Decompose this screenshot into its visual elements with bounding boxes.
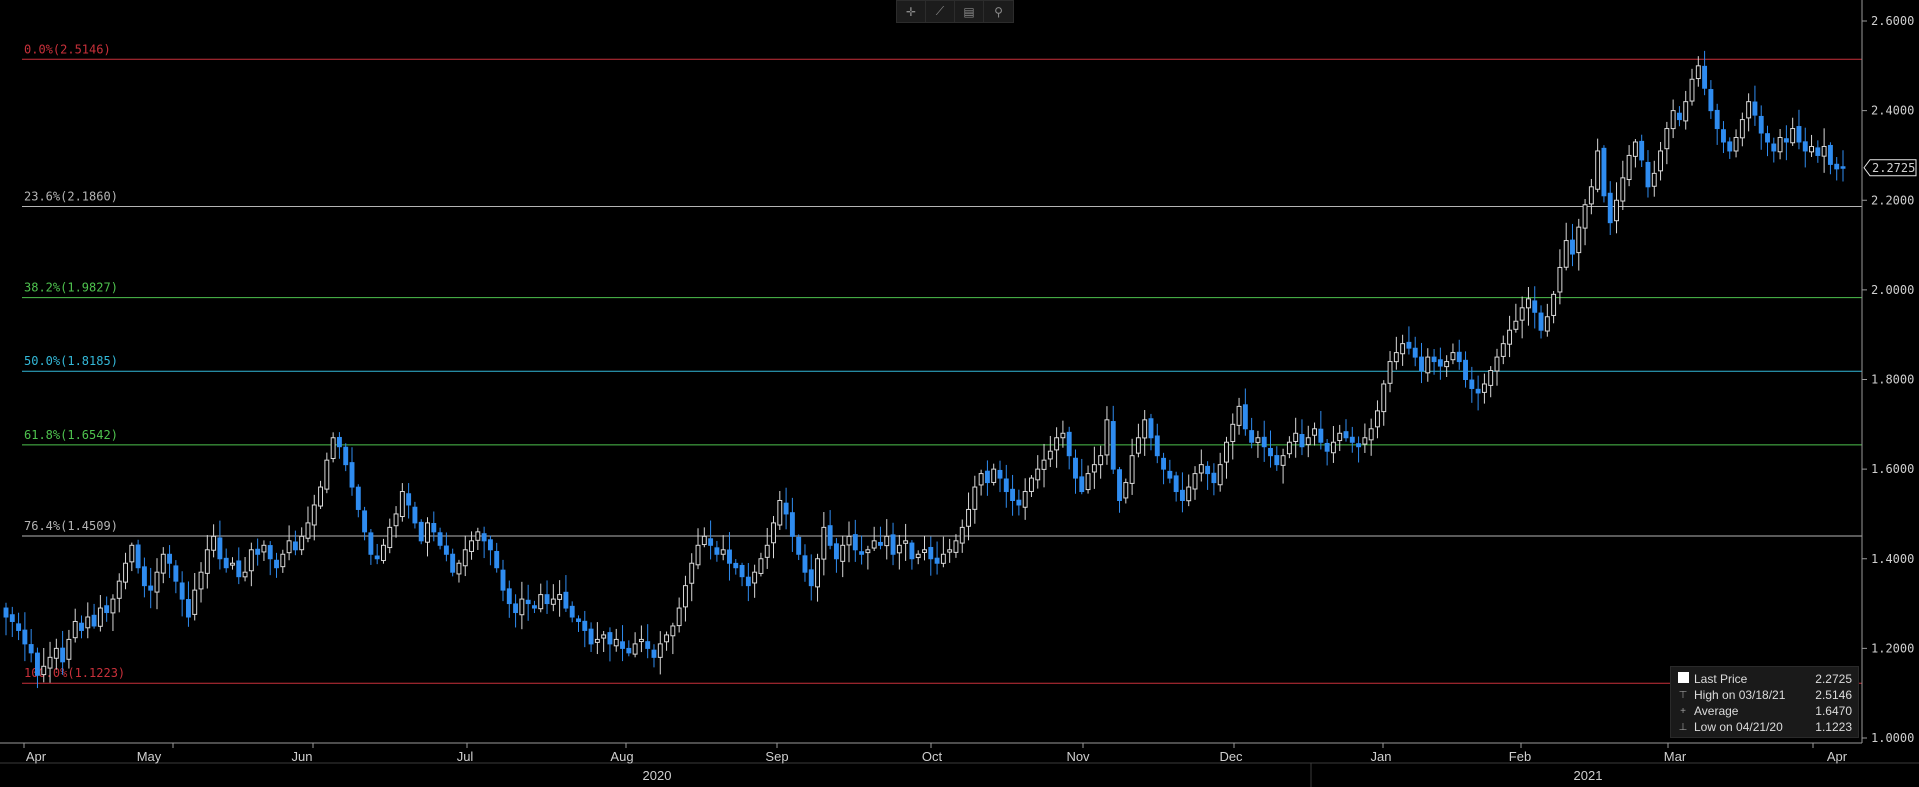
legend-value: 1.6470 xyxy=(1815,704,1852,718)
svg-text:2.2725: 2.2725 xyxy=(1872,161,1915,175)
y-tick-8: 2.6000 xyxy=(1871,14,1914,28)
legend-item-2: + Average 1.6470 xyxy=(1677,703,1852,719)
legend-value: 2.5146 xyxy=(1815,688,1852,702)
legend-value: 2.2725 xyxy=(1815,672,1852,686)
fib-label-3: 50.0%(1.8185) xyxy=(24,354,118,368)
x-tick-10: Feb xyxy=(1509,749,1531,764)
candle-66 xyxy=(418,519,424,545)
crosshair-icon[interactable]: ✛ xyxy=(897,1,926,22)
y-tick-1: 1.2000 xyxy=(1871,641,1914,655)
y-tick-3: 1.6000 xyxy=(1871,462,1914,476)
y-tick-2: 1.4000 xyxy=(1871,552,1914,566)
year-label-0: 2020 xyxy=(643,768,672,783)
legend-label: Average xyxy=(1694,704,1739,718)
x-tick-6: Oct xyxy=(922,749,943,764)
y-tick-0: 1.0000 xyxy=(1871,731,1914,745)
y-tick-6: 2.2000 xyxy=(1871,193,1914,207)
chart-legend: Last Price 2.2725 ⊤ High on 03/18/21 2.5146 +… xyxy=(1670,666,1859,738)
candlestick-chart: 0.0%(2.5146) 23.6%(2.1860) 38.2%(1.9827) 50… xyxy=(0,0,1919,787)
legend-label: High on 03/18/21 xyxy=(1694,688,1786,702)
x-tick-1: May xyxy=(137,749,162,764)
y-tick-7: 2.4000 xyxy=(1871,104,1914,118)
legend-label: Last Price xyxy=(1694,672,1748,686)
fib-label-4: 61.8%(1.6542) xyxy=(24,428,118,442)
x-tick-5: Sep xyxy=(765,749,788,764)
x-tick-3: Jul xyxy=(457,749,474,764)
last-price-swatch-icon xyxy=(1677,672,1689,686)
x-tick-12: Apr xyxy=(1827,749,1848,764)
x-tick-4: Aug xyxy=(610,749,633,764)
x-tick-7: Nov xyxy=(1066,749,1090,764)
legend-marker-icon: ⊥ xyxy=(1678,721,1688,733)
last-price-tag: 2.2725 xyxy=(1863,159,1917,177)
candle-254 xyxy=(1601,145,1607,203)
chart-toolbar: ✛ ⟋ ▤ ⚲ xyxy=(896,0,1014,23)
legend-item-3: ⊥ Low on 04/21/20 1.1223 xyxy=(1677,719,1852,735)
legend-item-1: ⊤ High on 03/18/21 2.5146 xyxy=(1677,687,1852,703)
x-tick-8: Dec xyxy=(1219,749,1243,764)
y-tick-4: 1.8000 xyxy=(1871,373,1914,387)
zoom-icon[interactable]: ⚲ xyxy=(984,1,1013,22)
year-label-1: 2021 xyxy=(1574,768,1603,783)
legend-label: Low on 04/21/20 xyxy=(1694,720,1783,734)
fib-label-5: 76.4%(1.4509) xyxy=(24,519,118,533)
fib-label-0: 0.0%(2.5146) xyxy=(24,42,111,56)
y-tick-5: 2.0000 xyxy=(1871,283,1914,297)
fib-label-2: 38.2%(1.9827) xyxy=(24,281,118,295)
x-tick-0: Apr xyxy=(26,749,47,764)
x-tick-11: Mar xyxy=(1664,749,1687,764)
legend-marker-icon: ⊤ xyxy=(1678,689,1688,701)
fib-label-1: 23.6%(2.1860) xyxy=(24,190,118,204)
x-tick-2: Jun xyxy=(292,749,313,764)
draw-line-icon[interactable]: ⟋ xyxy=(926,1,955,22)
legend-item-0: Last Price 2.2725 xyxy=(1677,671,1852,687)
legend-marker-icon: + xyxy=(1680,705,1686,717)
x-tick-9: Jan xyxy=(1371,749,1392,764)
table-icon[interactable]: ▤ xyxy=(955,1,984,22)
legend-value: 1.1223 xyxy=(1815,720,1852,734)
